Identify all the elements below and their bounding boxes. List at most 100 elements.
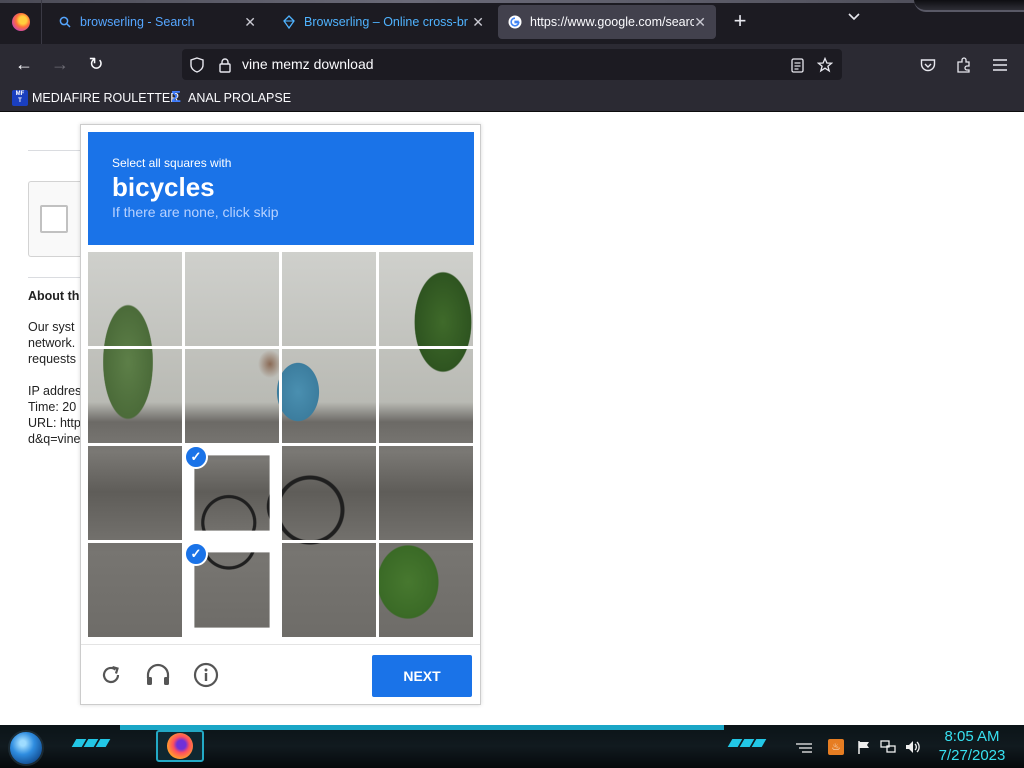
app-tray-icon[interactable]: ♨ (828, 739, 844, 755)
grid-tile[interactable] (379, 446, 473, 540)
new-tab-button[interactable]: + (728, 8, 752, 36)
grid-tile[interactable]: ✓ (185, 446, 279, 540)
tile-image (194, 455, 270, 531)
extensions-button[interactable] (953, 54, 975, 76)
body-line: network. (28, 336, 76, 350)
grid-tile[interactable] (282, 349, 376, 443)
grid-tile[interactable] (88, 349, 182, 443)
info-icon (193, 662, 219, 688)
taskbar-decoration (71, 739, 111, 749)
tile-image (282, 349, 376, 443)
pocket-button[interactable] (917, 54, 939, 76)
close-icon[interactable]: ✕ (472, 14, 484, 31)
tile-image (379, 252, 473, 346)
grid-tile[interactable] (185, 349, 279, 443)
recaptcha-challenge-dialog: Select all squares with bicycles If ther… (80, 124, 481, 705)
browserling-icon (282, 15, 296, 29)
taskbar: ♨ 8:05 AM 7/27/2023 (0, 725, 1024, 768)
taskbar-firefox-button[interactable] (156, 730, 204, 762)
network-icon[interactable] (880, 739, 896, 755)
tile-image (185, 349, 279, 443)
reload-button[interactable]: ↻ (84, 52, 108, 76)
list-all-tabs-button[interactable] (842, 10, 866, 34)
google-icon (508, 15, 522, 29)
about-heading: About th (28, 289, 80, 303)
tile-image (194, 552, 270, 628)
grid-tile[interactable] (282, 446, 376, 540)
tabstrip-top-border (0, 0, 1024, 3)
forward-arrow-icon: → (51, 53, 69, 74)
body-line: d&q=vine (28, 432, 80, 446)
challenge-target: bicycles (112, 172, 215, 202)
back-button[interactable]: ← (12, 52, 36, 76)
hamburger-icon (993, 59, 1007, 71)
reload-icon: ↻ (88, 53, 104, 74)
grid-tile[interactable] (88, 446, 182, 540)
grid-tile[interactable] (88, 543, 182, 637)
bookmark-star-icon[interactable] (816, 56, 834, 74)
bookmark-label: MEDIAFIRE ROULETTER (32, 91, 180, 105)
firefox-icon (11, 13, 30, 31)
show-hidden-icons-icon[interactable] (796, 739, 812, 755)
pocket-icon (920, 58, 936, 71)
flag-icon[interactable] (856, 739, 872, 755)
tile-image (88, 446, 182, 540)
challenge-hint: If there are none, click skip (112, 204, 279, 220)
challenge-instruction: Select all squares with (112, 156, 232, 170)
next-button[interactable]: NEXT (372, 655, 472, 697)
grid-tile[interactable] (88, 252, 182, 346)
tab-browserling-home[interactable]: Browserling – Online cross-bro ✕ (272, 5, 494, 39)
firefox-view-button[interactable] (0, 0, 42, 44)
reader-view-icon[interactable] (788, 56, 806, 74)
divider (28, 150, 88, 151)
tile-image (88, 349, 182, 443)
bookmark-mediafire-rouletter[interactable]: MF T MEDIAFIRE ROULETTER (12, 89, 179, 107)
lock-icon[interactable] (216, 56, 234, 74)
url-text[interactable]: vine memz download (242, 56, 374, 72)
grid-tile[interactable] (379, 543, 473, 637)
body-line: URL: http (28, 416, 80, 430)
taskbar-decoration (727, 739, 767, 749)
app-menu-button[interactable] (989, 54, 1011, 76)
shield-icon[interactable] (188, 56, 206, 74)
tab-strip: browserling - Search ✕ Browserling – Onl… (0, 0, 1024, 44)
recaptcha-checkbox[interactable] (40, 205, 68, 233)
grid-tile[interactable]: ✓ (185, 543, 279, 637)
body-line: Our syst (28, 320, 75, 334)
reload-challenge-button[interactable] (97, 661, 125, 689)
grid-tile[interactable] (282, 252, 376, 346)
back-arrow-icon: ← (15, 53, 33, 74)
firefox-icon (167, 733, 193, 759)
window-frame-decoration (914, 0, 1024, 12)
audio-challenge-button[interactable] (144, 661, 172, 689)
divider (28, 277, 88, 278)
tile-image (88, 543, 182, 637)
close-icon[interactable]: ✕ (244, 14, 256, 31)
start-button[interactable] (8, 730, 44, 766)
tab-label: browserling - Search (80, 15, 195, 29)
grid-tile[interactable] (185, 252, 279, 346)
clock-date: 7/27/2023 (938, 747, 1006, 764)
sigma-icon: Σ (171, 89, 181, 106)
reload-icon (102, 665, 120, 684)
tab-browserling-search[interactable]: browserling - Search ✕ (48, 5, 266, 39)
address-bar[interactable]: vine memz download (182, 49, 842, 80)
forward-button[interactable]: → (48, 52, 72, 76)
bookmark-anal-prolapse[interactable]: Σ ANAL PROLAPSE (168, 89, 291, 107)
help-button[interactable] (192, 661, 220, 689)
body-line: requests (28, 352, 76, 366)
close-icon[interactable]: ✕ (694, 14, 706, 31)
grid-tile[interactable] (379, 252, 473, 346)
mediafire-icon: MF T (12, 90, 28, 106)
tile-image (88, 252, 182, 346)
grid-tile[interactable] (379, 349, 473, 443)
system-clock[interactable]: 8:05 AM 7/27/2023 (932, 727, 1012, 765)
tab-google-search[interactable]: https://www.google.com/searc ✕ (498, 5, 716, 39)
tile-image (185, 252, 279, 346)
challenge-header: Select all squares with bicycles If ther… (88, 132, 474, 245)
navigation-toolbar: ← → ↻ vine memz download (0, 44, 1024, 84)
grid-tile[interactable] (282, 543, 376, 637)
body-line: IP addres (28, 384, 80, 398)
tab-label: https://www.google.com/searc (530, 15, 694, 29)
volume-icon[interactable] (905, 739, 921, 755)
